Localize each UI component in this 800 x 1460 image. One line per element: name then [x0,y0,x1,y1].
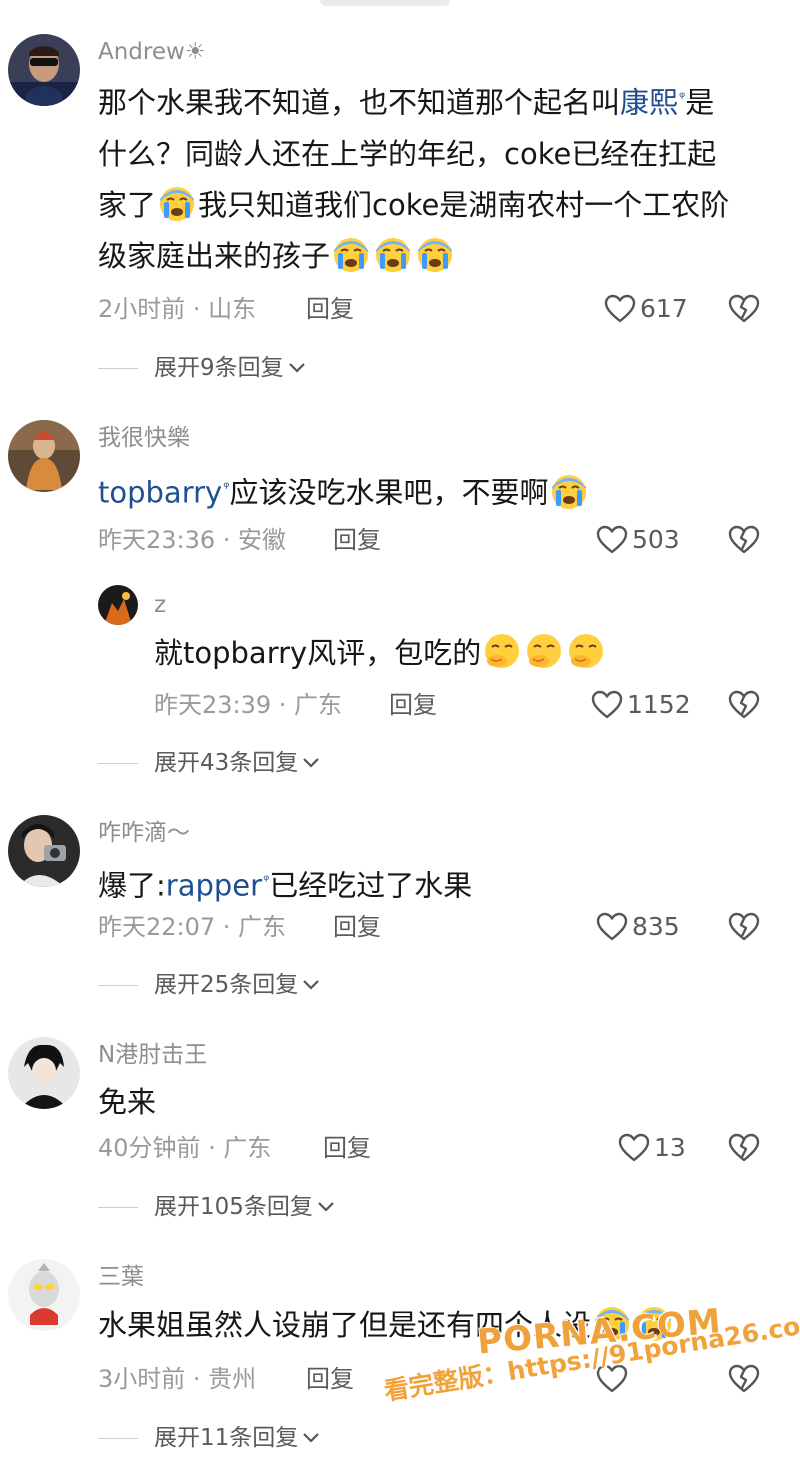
comment-text: topbarryᵠ应该没吃水果吧，不要啊 [98,462,778,519]
expand-replies-button[interactable]: 展开105条回复 [98,1192,335,1222]
dislike-button[interactable] [728,525,760,555]
crying-emoji-icon [331,234,371,274]
chevron-down-icon [303,758,320,768]
mention-link[interactable]: 康熙 [620,86,678,120]
like-count: 13 [654,1133,686,1162]
reply-button[interactable]: 回复 [333,525,381,555]
avatar[interactable] [8,420,80,492]
reply-button[interactable]: 回复 [306,294,354,324]
divider [98,984,138,986]
dislike-button[interactable] [728,690,760,720]
like-button[interactable]: 1152 [591,690,691,720]
crying-emoji-icon [373,234,413,274]
like-count: 1152 [627,690,691,719]
mention-link[interactable]: topbarry [98,476,222,510]
broken-heart-icon [728,525,760,554]
chevron-down-icon [303,1433,320,1443]
avatar[interactable] [8,1259,80,1331]
avatar[interactable] [8,34,80,106]
username[interactable]: N港肘击王 [98,1040,207,1070]
username[interactable]: Andrew☀ [98,37,205,67]
like-count: 617 [640,294,688,323]
reply-button[interactable]: 回复 [333,912,381,942]
comment-meta: 40分钟前 · 广东 [98,1134,272,1162]
reply-button[interactable]: 回复 [389,690,437,720]
avatar[interactable] [98,585,138,625]
comment-meta: 昨天23:36 · 安徽 [98,526,287,554]
broken-heart-icon [728,690,760,719]
broken-heart-icon [728,1133,760,1162]
heart-outline-icon [591,690,623,719]
comment-meta: 2小时前 · 山东 [98,295,257,323]
smirk-emoji-icon [566,631,606,671]
expand-replies-button[interactable]: 展开43条回复 [98,748,320,778]
username[interactable]: 三葉 [98,1262,144,1292]
username[interactable]: 我很快樂 [98,423,190,453]
chevron-down-icon [303,980,320,990]
reply-button[interactable]: 回复 [306,1364,354,1394]
comment-meta: 昨天23:39 · 广东 [154,691,343,719]
comment-meta: 3小时前 · 贵州 [98,1365,257,1393]
expand-replies-button[interactable]: 展开25条回复 [98,970,320,1000]
smirk-emoji-icon [482,631,522,671]
expand-replies-button[interactable]: 展开9条回复 [98,353,306,383]
like-count: 503 [632,525,680,554]
crying-emoji-icon [157,183,197,223]
avatar[interactable] [8,1037,80,1109]
avatar[interactable] [8,815,80,887]
like-button[interactable]: 835 [596,912,680,942]
chevron-down-icon [318,1202,334,1212]
heart-outline-icon [596,912,628,941]
chevron-down-icon [288,363,305,373]
broken-heart-icon [728,1364,760,1393]
divider [98,762,138,764]
dislike-button[interactable] [728,294,760,324]
comment-text: 那个水果我不知道，也不知道那个起名叫康熙ᵠ是 什么？同龄人还在上学的年纪，cok… [98,85,730,274]
username[interactable]: 咋咋滴～ [98,818,190,848]
comment-meta: 昨天22:07 · 广东 [98,913,287,941]
dislike-button[interactable] [728,1364,760,1394]
heart-outline-icon [604,294,636,323]
divider [98,367,138,369]
like-button[interactable]: 617 [604,294,688,324]
mention-link[interactable]: rapper [166,869,262,903]
heart-outline-icon [596,525,628,554]
smirk-emoji-icon [524,631,564,671]
heart-outline-icon [618,1133,650,1162]
expand-replies-button[interactable]: 展开11条回复 [98,1423,320,1453]
divider [98,1206,138,1208]
reply-button[interactable]: 回复 [323,1133,371,1163]
broken-heart-icon [728,294,760,323]
dislike-button[interactable] [728,912,760,942]
crying-emoji-icon [549,471,589,511]
comment-text: 爆了:rapperᵠ已经吃过了水果 [98,868,473,903]
crying-emoji-icon [415,234,455,274]
divider [98,1437,138,1439]
like-button[interactable]: 503 [596,525,680,555]
top-bar-fragment [320,0,450,6]
dislike-button[interactable] [728,1133,760,1163]
comment-text: 免来 [98,1085,157,1119]
like-button[interactable]: 13 [618,1133,686,1163]
username[interactable]: z [154,590,166,620]
like-count: 835 [632,912,680,941]
broken-heart-icon [728,912,760,941]
comment-text: 就topbarry风评，包吃的 [154,628,774,679]
